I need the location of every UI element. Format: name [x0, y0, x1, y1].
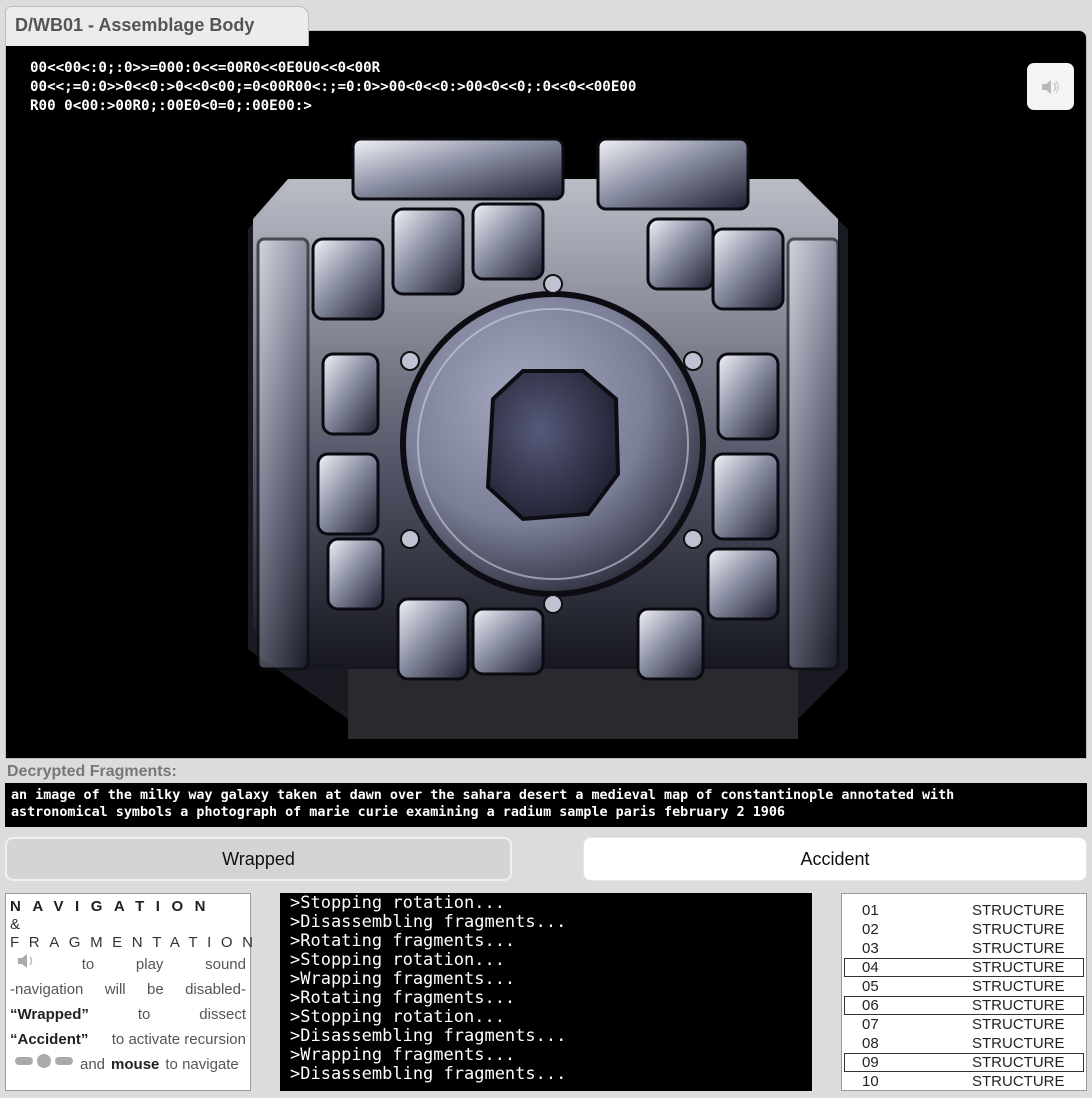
navigation-heading: NAVIGATION	[10, 898, 217, 915]
structure-item[interactable]: 02 STRUCTURE	[844, 920, 1084, 939]
structure-item[interactable]: 01 STRUCTURE	[844, 901, 1084, 920]
console-line: >Stopping rotation...	[290, 893, 505, 913]
render-viewport[interactable]: 00<<00<:0;:0>>=000:0<<=00R0<<0E0U0<<0<00…	[5, 30, 1087, 759]
structure-item[interactable]: 06 STRUCTURE	[844, 996, 1084, 1015]
console-line: >Rotating fragments...	[290, 931, 516, 951]
help-line-navigation: -navigation will be disabled-	[10, 981, 246, 998]
cipher-line: 00<<00<:0;:0>>=000:0<<=00R0<<0E0U0<<0<00…	[30, 60, 381, 76]
console-line: >Disassembling fragments...	[290, 1026, 567, 1046]
accident-button[interactable]: Accident	[583, 837, 1087, 881]
structure-item[interactable]: 03 STRUCTURE	[844, 939, 1084, 958]
fragments-title: Decrypted Fragments:	[7, 763, 177, 780]
sound-button[interactable]	[1027, 63, 1074, 110]
speaker-icon	[1041, 79, 1059, 94]
fragmentation-heading: FRAGMENTATION	[10, 934, 263, 951]
chain-keys-icon	[10, 1052, 74, 1077]
structure-list: 01 STRUCTURE 02 STRUCTURE 03 STRUCTURE 04 ST…	[841, 893, 1087, 1091]
console-line: >Rotating fragments...	[290, 988, 516, 1008]
cipher-line: 00<<;=0:0>>0<<0:>0<<0<00;=0<00R00<:;=0:0…	[30, 79, 637, 95]
console-line: >Disassembling fragments...	[290, 912, 567, 932]
structure-item[interactable]: 05 STRUCTURE	[844, 977, 1084, 996]
console-line: >Stopping rotation...	[290, 1007, 505, 1027]
help-line-wrapped: “Wrapped” to dissect	[10, 1006, 246, 1023]
structure-item[interactable]: 07 STRUCTURE	[844, 1015, 1084, 1034]
console-line: >Stopping rotation...	[290, 950, 505, 970]
console-line: >Wrapping fragments...	[290, 1045, 516, 1065]
fragment-line: an image of the milky way galaxy taken a…	[11, 788, 955, 803]
help-line-mouse: and mouse to navigate	[10, 1052, 246, 1077]
wrapped-button[interactable]: Wrapped	[5, 837, 512, 881]
speaker-icon	[10, 952, 40, 977]
fragment-line: astronomical symbols a photograph of mar…	[11, 805, 785, 820]
tab-title: D/WB01 - Assemblage Body	[15, 15, 255, 35]
fragments-text: an image of the milky way galaxy taken a…	[5, 783, 1087, 827]
assemblage-model[interactable]	[238, 109, 848, 751]
help-line-sound: to play sound	[10, 952, 246, 977]
structure-item[interactable]: 10 STRUCTURE	[844, 1072, 1084, 1091]
structure-item[interactable]: 09 STRUCTURE	[844, 1053, 1084, 1072]
console-line: >Disassembling fragments...	[290, 1064, 567, 1084]
navigation-help-panel: NAVIGATION & FRAGMENTATION to play sound…	[5, 893, 263, 1091]
cipher-text: 00<<00<:0;:0>>=000:0<<=00R0<<0E0U0<<0<00…	[30, 59, 790, 116]
console-line: >Wrapping fragments...	[290, 969, 516, 989]
console-log: >Stopping rotation... >Disassembling fra…	[280, 893, 812, 1091]
help-line-accident: “Accident” to activate recursion	[10, 1031, 246, 1048]
tab-assemblage-body[interactable]: D/WB01 - Assemblage Body	[5, 6, 309, 46]
structure-item[interactable]: 08 STRUCTURE	[844, 1034, 1084, 1053]
ampersand: &	[10, 916, 21, 933]
structure-item[interactable]: 04 STRUCTURE	[844, 958, 1084, 977]
